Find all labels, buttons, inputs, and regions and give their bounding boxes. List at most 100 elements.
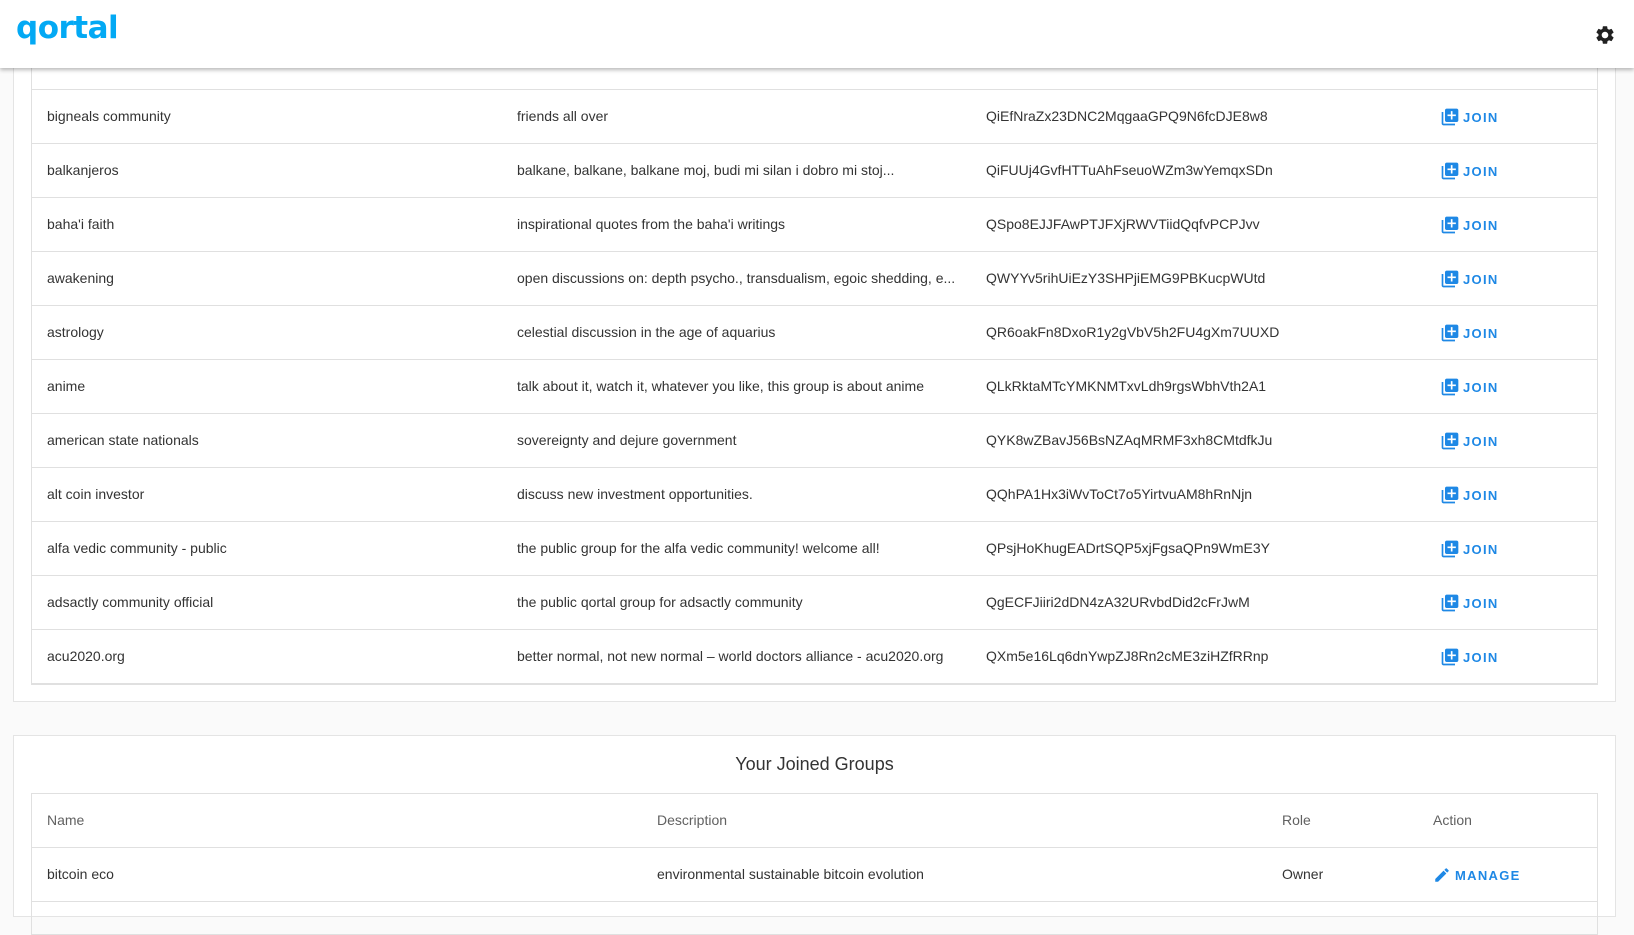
qortal-logo[interactable]: qortal (16, 10, 119, 46)
table-row: baha'i faith inspirational quotes from th… (32, 198, 1597, 252)
add-box-icon (1441, 648, 1459, 666)
public-groups-card: bigneals community friends all over QiEfNr… (13, 40, 1616, 702)
joined-groups-table: Name Description Role Action bitcoin eco… (31, 793, 1598, 935)
table-row: astrology celestial discussion in the age… (32, 306, 1597, 360)
join-label: JOIN (1463, 271, 1499, 287)
group-name: anime (47, 378, 86, 394)
group-address: QgECFJiiri2dDN4zA32URvbdDid2cFrJwM (986, 594, 1250, 610)
group-address: QLkRktaMTcYMKNMTxvLdh9rgsWbhVth2A1 (986, 378, 1267, 394)
header-description: Description (657, 812, 728, 828)
group-description: sovereignty and dejure government (517, 432, 737, 448)
add-box-icon (1441, 270, 1459, 288)
join-cell: JOIN (1440, 198, 1550, 252)
join-button[interactable]: JOIN (1440, 577, 1499, 630)
manage-cell: MANAGE (1433, 848, 1521, 902)
group-address: QQhPA1Hx3iWvToCt7o5YirtvuAM8hRnNjn (986, 486, 1253, 502)
join-cell: JOIN (1440, 306, 1550, 360)
join-label: JOIN (1463, 109, 1499, 125)
manage-button[interactable]: MANAGE (1433, 849, 1521, 902)
public-groups-table: bigneals community friends all over QiEfNr… (31, 41, 1598, 685)
group-name: astrology (47, 324, 104, 340)
join-cell: JOIN (1440, 90, 1550, 144)
group-address: QWYYv5rihUiEzY3SHPjiEMG9PBKucpWUtd (986, 270, 1266, 286)
group-name: balkanjeros (47, 162, 119, 178)
group-address: QiFUUj4GvfHTTuAhFseuoWZm3wYemqxSDn (986, 162, 1273, 178)
group-description: environmental sustainable bitcoin evolut… (657, 866, 924, 882)
join-button[interactable]: JOIN (1440, 523, 1499, 576)
add-box-icon (1441, 486, 1459, 504)
join-cell: JOIN (1440, 522, 1550, 576)
join-cell: JOIN (1440, 576, 1550, 630)
group-name: alfa vedic community - public (47, 540, 227, 556)
join-cell: JOIN (1440, 630, 1550, 684)
group-description: inspirational quotes from the baha'i wri… (517, 216, 786, 232)
join-button[interactable]: JOIN (1440, 631, 1499, 684)
join-cell: JOIN (1440, 414, 1550, 468)
table-row: anime talk about it, watch it, whatever y… (32, 360, 1597, 414)
add-box-icon (1441, 540, 1459, 558)
join-cell: JOIN (1440, 468, 1550, 522)
table-row: bitcoin eco environmental sustainable bi… (32, 848, 1597, 902)
join-label: JOIN (1463, 649, 1499, 665)
group-name: acu2020.org (47, 648, 125, 664)
join-label: JOIN (1463, 541, 1499, 557)
group-address: QPsjHoKhugEADrtSQP5xjFgsaQPn9WmE3Y (986, 540, 1270, 556)
group-address: QR6oakFn8DxoR1y2gVbV5h2FU4gXm7UUXD (986, 324, 1280, 340)
table-row: balkanjeros balkane, balkane, balkane moj… (32, 144, 1597, 198)
group-description: better normal, not new normal – world do… (517, 648, 944, 664)
pencil-icon (1435, 868, 1449, 883)
join-label: JOIN (1463, 595, 1499, 611)
group-address: QSpo8EJJFAwPTJFXjRWVTiidQqfvPCPJvv (986, 216, 1260, 232)
gear-icon[interactable] (1594, 24, 1616, 46)
group-name: bigneals community (47, 108, 171, 124)
group-name: american state nationals (47, 432, 199, 448)
join-label: JOIN (1463, 433, 1499, 449)
group-name: awakening (47, 270, 114, 286)
join-label: JOIN (1463, 325, 1499, 341)
group-address: QXm5e16Lq6dnYwpZJ8Rn2cME3ziHZfRRnp (986, 648, 1269, 664)
add-box-icon (1441, 108, 1459, 126)
group-name: baha'i faith (47, 216, 115, 232)
join-label: JOIN (1463, 379, 1499, 395)
joined-groups-card: Your Joined Groups Name Description Role… (13, 735, 1616, 935)
group-role: Owner (1282, 866, 1324, 882)
join-cell: JOIN (1440, 360, 1550, 414)
join-button[interactable]: JOIN (1440, 469, 1499, 522)
group-name: adsactly community official (47, 594, 214, 610)
join-button[interactable]: JOIN (1440, 415, 1499, 468)
join-button[interactable]: JOIN (1440, 145, 1499, 198)
table-row: alfa vedic community - public the public … (32, 522, 1597, 576)
join-button[interactable]: JOIN (1440, 307, 1499, 360)
add-box-icon (1441, 324, 1459, 342)
join-cell: JOIN (1440, 144, 1550, 198)
join-label: JOIN (1463, 487, 1499, 503)
group-name: bitcoin eco (47, 866, 114, 882)
group-description: celestial discussion in the age of aquar… (517, 324, 776, 340)
header-name: Name (47, 812, 85, 828)
join-button[interactable]: JOIN (1440, 361, 1499, 414)
add-box-icon (1441, 216, 1459, 234)
group-description: discuss new investment opportunities. (517, 486, 753, 502)
join-button[interactable]: JOIN (1440, 199, 1499, 252)
join-cell: JOIN (1440, 252, 1550, 306)
table-row: american state nationals sovereignty and … (32, 414, 1597, 468)
group-address: QYK8wZBavJ56BsNZAqMRMF3xh8CMtdfkJu (986, 432, 1273, 448)
group-description: open discussions on: depth psycho., tran… (517, 270, 956, 286)
join-label: JOIN (1463, 217, 1499, 233)
join-button[interactable]: JOIN (1440, 91, 1499, 144)
group-description: friends all over (517, 108, 609, 124)
manage-label: MANAGE (1455, 867, 1521, 883)
join-label: JOIN (1463, 163, 1499, 179)
add-box-icon (1441, 162, 1459, 180)
header-role: Role (1282, 812, 1311, 828)
table-row: adsactly community official the public qo… (32, 576, 1597, 630)
table-row: awakening open discussions on: depth psyc… (32, 252, 1597, 306)
join-button[interactable]: JOIN (1440, 253, 1499, 306)
table-header-row: Name Description Role Action (32, 794, 1597, 848)
add-box-icon (1441, 378, 1459, 396)
group-description: talk about it, watch it, whatever you li… (517, 378, 924, 394)
joined-groups-title: Your Joined Groups (735, 754, 894, 774)
group-name: alt coin investor (47, 486, 145, 502)
table-row: bigneals community friends all over QiEfNr… (32, 90, 1597, 144)
table-row: acu2020.org better normal, not new normal… (32, 630, 1597, 684)
